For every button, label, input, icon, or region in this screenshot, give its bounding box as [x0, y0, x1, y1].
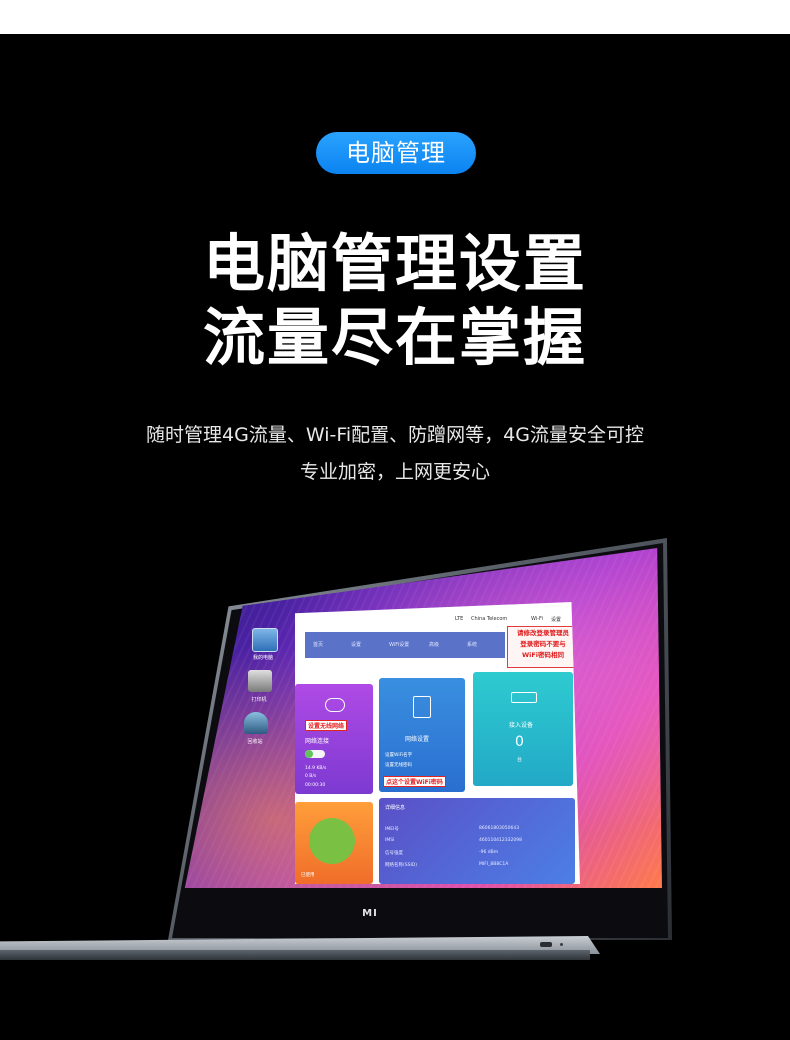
description-line-2: 专业加密，上网更安心 — [299, 461, 490, 483]
router-admin-app: LTE China Telecom Wi-Fi 设置 首页 设置 WiFi设置 … — [295, 602, 580, 884]
section-badge: 电脑管理 — [316, 132, 476, 174]
devices-count: 0 — [515, 734, 524, 750]
usage-circle — [309, 818, 355, 864]
download-speed: 0 B/s — [305, 774, 317, 779]
usb-c-port — [540, 942, 552, 947]
recycle-bin-icon[interactable] — [244, 712, 268, 734]
warning-line: 请修改登录管理员 — [517, 629, 569, 637]
info-key: IMEI号 — [385, 827, 399, 832]
status-network: LTE — [455, 616, 464, 622]
computer-icon[interactable] — [252, 628, 278, 652]
network-toggle[interactable] — [305, 750, 325, 758]
info-header: 详细信息 — [385, 805, 406, 811]
warning-line: WiFi密码相同 — [521, 651, 565, 659]
desktop-icon-label: 回收站 — [247, 739, 263, 745]
desktop-icon-label: 我的电脑 — [252, 655, 273, 661]
switch-icon — [511, 692, 537, 703]
tab-home[interactable]: 首页 — [313, 641, 323, 648]
indicator-light — [560, 943, 563, 946]
network-title: 网络连接 — [305, 738, 330, 745]
info-value: 460110412332098 — [479, 838, 522, 843]
info-value: 86061803050643 — [479, 826, 520, 831]
devices-title: 接入设备 — [509, 722, 534, 729]
desktop-icon-label: 打印机 — [251, 697, 267, 703]
router-icon — [413, 696, 431, 718]
info-value: MIFI_8B8C1A — [479, 862, 509, 867]
data-usage-tile[interactable]: 已使用 — [295, 802, 373, 884]
network-tag[interactable]: 设置无线网络 — [305, 720, 348, 731]
tab-wifi[interactable]: WiFi设置 — [389, 641, 409, 648]
wifi-tag[interactable]: 点这个设置WiFi密码 — [383, 776, 446, 787]
top-strip — [0, 0, 790, 34]
headline-line-2: 流量尽在掌握 — [202, 301, 587, 374]
description-line-1: 随时管理4G流量、Wi-Fi配置、防蹭网等，4G流量安全可控 — [146, 424, 644, 446]
wifi-line-1: 设置WiFi名字 — [385, 753, 413, 758]
warning-line: 登录密码不要与 — [520, 640, 566, 648]
online-time: 00:00:30 — [305, 783, 326, 788]
tab-advanced[interactable]: 高级 — [429, 641, 439, 648]
devices-tile[interactable]: 接入设备 0 台 — [473, 672, 573, 786]
tab-settings[interactable]: 设置 — [351, 641, 361, 648]
wifi-line-2: 设置无线密码 — [385, 763, 412, 768]
network-tile[interactable]: 设置无线网络 网络连接 14.9 KB/s 0 B/s 00:00:30 — [295, 684, 373, 794]
usage-label: 已使用 — [301, 873, 315, 878]
tab-system[interactable]: 系统 — [467, 641, 477, 648]
laptop-base-front — [0, 950, 590, 960]
info-value: -96 dBm — [479, 850, 499, 855]
info-key: 信号强度 — [385, 851, 403, 856]
upload-speed: 14.9 KB/s — [305, 766, 327, 771]
status-settings[interactable]: 设置 — [551, 616, 561, 623]
brand-logo: MI — [362, 908, 378, 919]
cloud-check-icon — [325, 698, 345, 712]
app-tab-bar: 首页 设置 WiFi设置 高级 系统 — [305, 632, 505, 658]
wifi-title: 网络设置 — [405, 736, 430, 743]
device-info-tile: 详细信息 IMEI号 86061803050643 IMSI 460110412… — [379, 798, 575, 884]
printer-icon[interactable] — [248, 670, 272, 692]
info-key: 网络名称(SSID) — [385, 863, 418, 868]
status-carrier: China Telecom — [471, 616, 508, 622]
status-wifi[interactable]: Wi-Fi — [531, 616, 543, 622]
password-warning: 请修改登录管理员 登录密码不要与 WiFi密码相同 — [507, 626, 579, 668]
headline-line-1: 电脑管理设置 — [202, 227, 587, 300]
devices-unit: 台 — [517, 757, 523, 763]
wifi-tile[interactable]: 网络设置 设置WiFi名字 设置无线密码 点这个设置WiFi密码 — [379, 678, 465, 792]
info-key: IMSI — [385, 838, 395, 843]
